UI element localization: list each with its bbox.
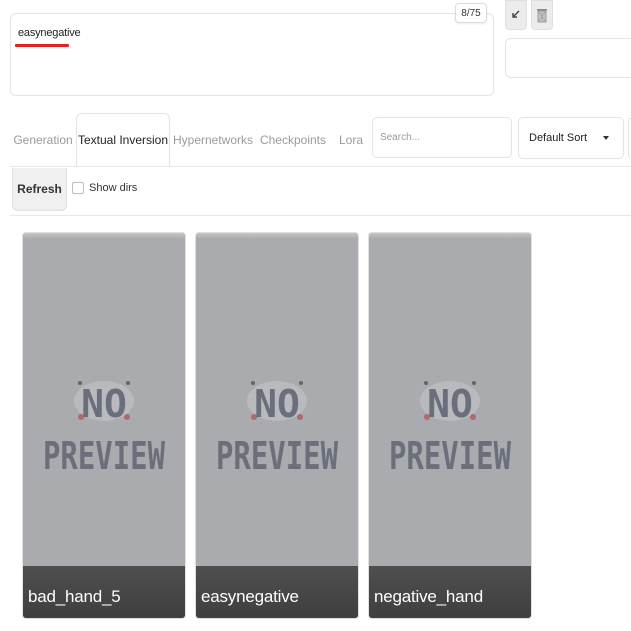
tab-textual-inversion[interactable]: Textual Inversion (76, 113, 170, 167)
network-card[interactable]: NO PREVIEW bad_hand_5 (23, 233, 185, 618)
no-preview-image: NO PREVIEW (216, 381, 338, 478)
show-dirs-label: Show dirs (89, 182, 138, 194)
trash-icon (537, 9, 547, 23)
clear-prompt-button[interactable] (531, 0, 553, 30)
show-dirs-toggle[interactable]: Show dirs (72, 182, 137, 194)
negative-prompt-box[interactable] (505, 38, 631, 78)
prompt-textarea[interactable]: easynegative (10, 13, 494, 96)
card-name: negative_hand (374, 587, 483, 606)
extra-networks-panel: easynegative 8/75 Generation Textual Inv… (0, 0, 631, 631)
token-counter: 8/75 (455, 3, 487, 23)
preview-text-no: NO (81, 382, 127, 426)
preview-text-preview: PREVIEW (389, 434, 511, 478)
paste-arrow-button[interactable] (505, 0, 527, 30)
show-dirs-checkbox[interactable] (72, 182, 84, 194)
toolbar-divider (10, 215, 631, 216)
network-card[interactable]: NO PREVIEW easynegative (196, 233, 358, 618)
preview-text-preview: PREVIEW (43, 434, 165, 478)
tab-checkpoints[interactable]: Checkpoints (256, 113, 330, 167)
no-preview-image: NO PREVIEW (43, 381, 165, 478)
search-input[interactable] (372, 117, 512, 158)
sort-dropdown[interactable]: Default Sort (518, 117, 624, 159)
preview-text-no: NO (254, 382, 300, 426)
network-tabs: Generation Textual Inversion Hypernetwor… (10, 113, 372, 167)
no-preview-image: NO PREVIEW (389, 381, 511, 478)
preview-text-no: NO (427, 382, 473, 426)
caret-down-icon (603, 136, 609, 140)
spellcheck-underline (15, 44, 69, 47)
preview-text-preview: PREVIEW (216, 434, 338, 478)
arrow-down-left-icon (512, 10, 520, 18)
tab-generation[interactable]: Generation (10, 113, 76, 167)
card-name: bad_hand_5 (28, 587, 121, 606)
refresh-button[interactable]: Refresh (12, 168, 67, 211)
tab-lora[interactable]: Lora (330, 113, 372, 167)
network-card[interactable]: NO PREVIEW negative_hand (369, 233, 531, 618)
sort-selected-label: Default Sort (529, 132, 588, 144)
card-name: easynegative (201, 587, 299, 606)
tab-hypernetworks[interactable]: Hypernetworks (170, 113, 256, 167)
prompt-text: easynegative (18, 27, 81, 39)
tab-divider (10, 166, 631, 167)
